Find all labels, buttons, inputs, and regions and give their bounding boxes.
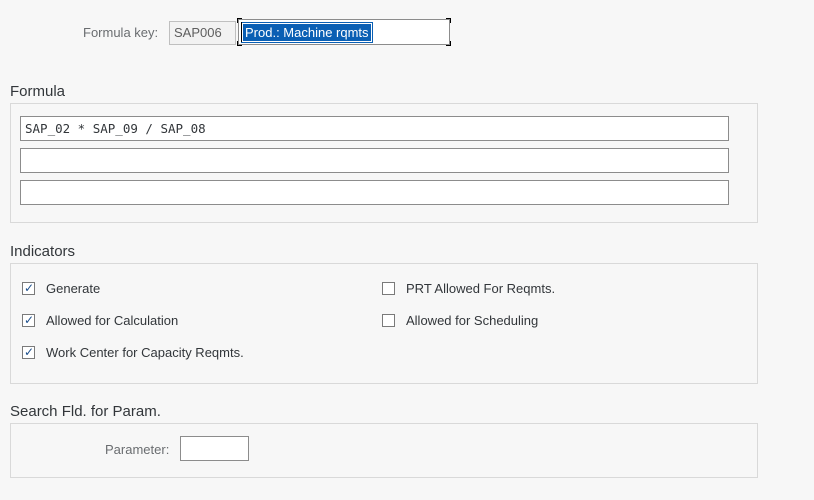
checkbox-label: Work Center for Capacity Reqmts. xyxy=(46,345,244,360)
checkbox-box[interactable]: ✓ xyxy=(22,313,35,327)
checkbox-work-center-capacity[interactable]: ✓ Work Center for Capacity Reqmts. xyxy=(22,345,244,360)
checkbox-box[interactable] xyxy=(382,314,395,327)
formula-description-text: Prod.: Machine rqmts xyxy=(243,24,371,41)
checkbox-allowed-for-calculation[interactable]: ✓ Allowed for Calculation xyxy=(22,313,178,328)
formula-description-field[interactable]: Prod.: Machine rqmts xyxy=(237,18,451,46)
checkbox-label: PRT Allowed For Reqmts. xyxy=(406,281,556,296)
checkbox-label: Allowed for Calculation xyxy=(46,313,179,328)
formula-line-1[interactable]: SAP_02 * SAP_09 / SAP_08 xyxy=(20,116,729,141)
text-cursor xyxy=(241,22,242,42)
checkbox-box[interactable]: ✓ xyxy=(22,345,35,359)
formula-section-title: Formula xyxy=(10,83,66,100)
formula-line-2[interactable] xyxy=(20,148,729,173)
checkmark-icon: ✓ xyxy=(24,313,35,327)
formula-key-code-field[interactable]: SAP006 xyxy=(169,21,236,45)
checkbox-box[interactable]: ✓ xyxy=(22,281,35,295)
checkbox-prt-allowed[interactable]: PRT Allowed For Reqmts. xyxy=(382,281,555,296)
checkbox-label: Allowed for Scheduling xyxy=(406,313,539,328)
parameter-input[interactable] xyxy=(180,436,249,461)
checkmark-icon: ✓ xyxy=(24,281,35,295)
parameter-label: Parameter: xyxy=(105,442,170,457)
checkbox-allowed-for-scheduling[interactable]: Allowed for Scheduling xyxy=(382,313,538,328)
checkbox-generate[interactable]: ✓ Generate xyxy=(22,281,100,296)
formula-key-label: Formula key: xyxy=(83,25,159,40)
formula-line-3[interactable] xyxy=(20,180,729,205)
indicators-section-title: Indicators xyxy=(10,243,76,260)
search-field-section-title: Search Fld. for Param. xyxy=(10,403,161,420)
checkbox-box[interactable] xyxy=(382,282,395,295)
checkmark-icon: ✓ xyxy=(24,345,35,359)
checkbox-label: Generate xyxy=(46,281,101,296)
